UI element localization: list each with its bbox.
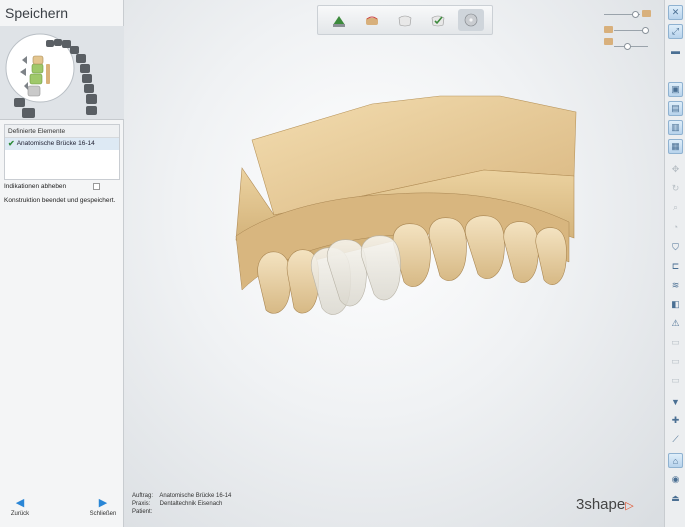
model-icon: [642, 10, 651, 17]
3d-viewport[interactable]: Auftrag: Anatomische Brücke 16-14 Praxis…: [124, 0, 664, 527]
warning-icon[interactable]: ≋: [668, 278, 683, 293]
defined-elements-list: Definierte Elemente ✔ Anatomische Brücke…: [4, 124, 120, 180]
panel-title: Speichern: [5, 5, 69, 21]
pan-icon[interactable]: ✥: [668, 162, 683, 177]
arrow-left-icon: ◀: [15, 497, 25, 509]
expand-icon[interactable]: ⤢: [668, 24, 683, 39]
crown-icon[interactable]: [392, 9, 418, 31]
view-back-icon[interactable]: ▥: [668, 120, 683, 135]
left-panel: Speichern Definierte Elemente ✔ Anatomis…: [0, 0, 124, 527]
model-scan-icon[interactable]: [326, 9, 352, 31]
slider-track: [614, 46, 648, 47]
articulator-icon[interactable]: ⌂: [668, 453, 683, 468]
right-toolbar: ✕ ⤢ ▬ ▣ ▤ ▥ ▦ ✥ ↻ ⌕ ◔ ⛉ ⊏ ≋ ◧ ⚠ ▭ ▭ ▭ ▼ …: [664, 0, 685, 527]
model-icon: [604, 38, 613, 45]
scale-icon[interactable]: ⚠: [668, 316, 683, 331]
back-label: Zurück: [10, 511, 30, 517]
model-icon: [604, 26, 613, 33]
slider-knob[interactable]: [642, 27, 649, 34]
indications-label: Indikationen abheben: [4, 182, 67, 190]
dental-model-render: [235, 95, 577, 315]
checkmark-icon: ✔: [8, 139, 15, 148]
patient-label: Patient:: [132, 509, 153, 515]
order-info: Auftrag: Anatomische Brücke 16-14 Praxis…: [132, 492, 231, 516]
clip-icon[interactable]: ⛉: [668, 240, 683, 255]
back-button[interactable]: ◀ Zurück: [0, 497, 40, 517]
triangle-logo-icon: ▷: [625, 500, 634, 512]
brand-logo: 3shape▷: [576, 496, 634, 513]
lock-icon[interactable]: ◔: [668, 219, 683, 234]
tooth-chart[interactable]: [0, 26, 124, 120]
arrow-right-icon: ▶: [98, 497, 108, 509]
indications-row: Indikationen abheben: [4, 181, 120, 191]
tooth-icon[interactable]: ⏏: [668, 491, 683, 506]
layers-icon[interactable]: ▭: [668, 354, 683, 369]
section-icon[interactable]: ⊏: [668, 259, 683, 274]
margin-icon[interactable]: [359, 9, 385, 31]
list-item-label: Anatomische Brücke 16-14: [16, 140, 95, 147]
grid-icon[interactable]: ◧: [668, 297, 683, 312]
flag-icon[interactable]: ▭: [668, 373, 683, 388]
measure-icon[interactable]: ⟋: [668, 432, 683, 447]
close-view-icon[interactable]: ✕: [668, 5, 683, 20]
close-button[interactable]: ▶ Schließen: [83, 497, 123, 517]
view-side-icon[interactable]: ▤: [668, 101, 683, 116]
tooth-down-icon[interactable]: ▼: [668, 394, 683, 409]
view-front-icon[interactable]: ▣: [668, 82, 683, 97]
save-disc-icon[interactable]: [458, 9, 485, 31]
practice-value: Dentaltechnik Eisenach: [159, 501, 223, 507]
view-sliders[interactable]: [602, 8, 660, 52]
order-value: Anatomische Brücke 16-14: [159, 493, 232, 499]
practice-label: Praxis:: [132, 501, 151, 507]
close-label: Schließen: [89, 511, 117, 517]
indications-checkbox[interactable]: [93, 182, 100, 190]
slider-knob[interactable]: [624, 43, 631, 50]
zoom-icon[interactable]: ⌕: [668, 200, 683, 215]
tooth-arch-icon: [5, 33, 97, 118]
order-label: Auftrag:: [132, 493, 154, 499]
rotate-icon[interactable]: ↻: [668, 181, 683, 196]
color-wheel-icon[interactable]: ◉: [668, 472, 683, 487]
hat-icon[interactable]: ▬: [668, 43, 683, 58]
cross-section-icon[interactable]: ✚: [668, 413, 683, 428]
brand-name: 3shape: [576, 496, 626, 513]
slider-knob[interactable]: [632, 11, 639, 18]
status-text: Konstruktion beendet und gespeichert.: [4, 197, 116, 204]
view-top-icon[interactable]: ▦: [668, 139, 683, 154]
list-item[interactable]: ✔ Anatomische Brücke 16-14: [5, 138, 119, 150]
checked-tooth-icon[interactable]: [425, 9, 451, 31]
ruler-icon[interactable]: ▭: [668, 335, 683, 350]
elements-header: Definierte Elemente: [5, 125, 119, 138]
workflow-toolbar: [317, 5, 493, 35]
